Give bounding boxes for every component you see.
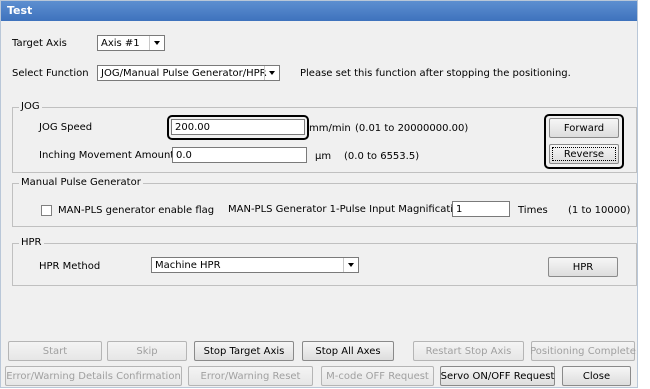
- mcode-off-button[interactable]: M-code OFF Request: [321, 366, 434, 386]
- select-function-label: Select Function: [12, 68, 89, 79]
- jog-speed-unit: mm/min: [309, 123, 351, 134]
- close-button[interactable]: Close: [562, 366, 631, 386]
- test-dialog: Test Target Axis Axis #1 Select Function…: [0, 0, 638, 388]
- error-reset-button[interactable]: Error/Warning Reset: [188, 366, 313, 386]
- jog-speed-label: JOG Speed: [39, 122, 93, 133]
- target-axis-label: Target Axis: [12, 38, 67, 49]
- positioning-complete-button[interactable]: Positioning Complete: [530, 341, 636, 361]
- inching-range: (0.0 to 6553.5): [344, 151, 420, 162]
- magnification-field[interactable]: [453, 202, 509, 216]
- man-pls-enable-label: MAN-PLS generator enable flag: [58, 205, 215, 216]
- hpr-method-value: Machine HPR: [155, 260, 221, 271]
- servo-onoff-button[interactable]: Servo ON/OFF Request: [440, 366, 555, 386]
- inching-field[interactable]: [173, 148, 306, 162]
- magnification-label: MAN-PLS Generator 1-Pulse Input Magnific…: [228, 204, 466, 215]
- inching-label: Inching Movement Amount: [39, 150, 175, 161]
- inching-unit: µm: [315, 151, 332, 162]
- target-axis-value: Axis #1: [101, 38, 140, 49]
- reverse-button[interactable]: Reverse: [549, 144, 619, 164]
- magnification-input[interactable]: [452, 201, 510, 217]
- hpr-method-label: HPR Method: [39, 261, 101, 272]
- target-axis-select[interactable]: Axis #1: [97, 35, 165, 51]
- hpr-method-select[interactable]: Machine HPR: [151, 257, 359, 273]
- restart-stop-axis-button[interactable]: Restart Stop Axis: [413, 341, 524, 361]
- times-label: Times: [518, 205, 548, 216]
- hpr-group-title: HPR: [19, 237, 44, 248]
- hpr-button[interactable]: HPR: [548, 257, 618, 277]
- jog-speed-highlight: [167, 115, 309, 140]
- inching-input[interactable]: [172, 147, 307, 163]
- chevron-down-icon[interactable]: [149, 36, 164, 50]
- select-function-select[interactable]: JOG/Manual Pulse Generator/HPR: [97, 65, 280, 81]
- stop-all-axes-button[interactable]: Stop All Axes: [302, 341, 394, 361]
- manual-pulse-group-title: Manual Pulse Generator: [19, 177, 143, 188]
- skip-button[interactable]: Skip: [107, 341, 187, 361]
- jog-speed-range: (0.01 to 20000000.00): [355, 123, 469, 134]
- start-button[interactable]: Start: [8, 341, 102, 361]
- times-range: (1 to 10000): [568, 205, 631, 216]
- forward-button[interactable]: Forward: [549, 118, 619, 138]
- window-title: Test: [7, 4, 33, 17]
- man-pls-enable-checkbox[interactable]: [41, 205, 52, 216]
- chevron-down-icon[interactable]: [264, 66, 279, 80]
- jog-group-title: JOG: [19, 101, 42, 112]
- title-bar[interactable]: Test: [1, 1, 637, 21]
- error-details-button[interactable]: Error/Warning Details Confirmation: [5, 366, 182, 386]
- stop-target-axis-button[interactable]: Stop Target Axis: [194, 341, 294, 361]
- select-function-value: JOG/Manual Pulse Generator/HPR: [101, 68, 267, 79]
- chevron-down-icon[interactable]: [343, 258, 358, 272]
- select-function-note: Please set this function after stopping …: [300, 68, 571, 79]
